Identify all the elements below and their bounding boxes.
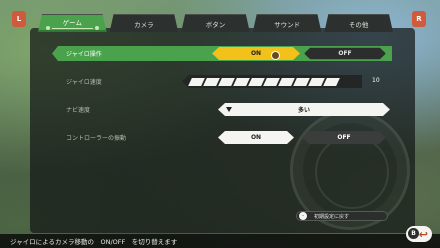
tab-camera[interactable]: カメラ <box>110 14 179 32</box>
tab-label: カメラ <box>134 20 154 29</box>
shoulder-l-button[interactable]: L <box>12 11 26 27</box>
footer-hint: ジャイロによるカメラ移動の ON/OFF を切り替えます <box>10 238 178 246</box>
tab-line <box>52 28 93 29</box>
slider-segment <box>203 77 220 86</box>
rumble-off-option[interactable]: OFF <box>302 131 386 144</box>
option-label: OFF <box>337 134 351 141</box>
setting-row-navi-speed[interactable]: ナビ速度 多い <box>52 102 392 117</box>
gyro-speed-slider[interactable] <box>182 75 362 88</box>
reset-label: 初期設定に戻す <box>314 213 350 220</box>
slider-segment <box>263 77 280 86</box>
tab-label: その他 <box>348 20 369 29</box>
setting-label: ジャイロ速度 <box>66 79 102 86</box>
gyro-on-option[interactable]: ON <box>212 47 300 60</box>
slider-segment <box>293 77 310 86</box>
rumble-on-option[interactable]: ON <box>218 131 294 144</box>
cursor-icon <box>271 51 280 60</box>
shoulder-r-button[interactable]: R <box>412 11 426 27</box>
back-arrow-icon: ↩ <box>418 227 428 241</box>
tab-game[interactable]: ゲーム <box>38 14 107 32</box>
setting-row-rumble[interactable]: コントローラーの振動 ON OFF <box>52 130 392 145</box>
gyro-off-option[interactable]: OFF <box>304 47 386 60</box>
option-label: ON <box>250 50 262 57</box>
option-label: ON <box>250 134 262 141</box>
setting-row-gyro[interactable]: ジャイロ操作 ON OFF <box>52 46 392 61</box>
slider-segment <box>308 77 325 86</box>
tab-label: ボタン <box>205 20 226 29</box>
dropdown-value: 多い <box>297 107 310 114</box>
tab-label: ゲーム <box>62 18 82 27</box>
setting-label: コントローラーの振動 <box>66 135 127 142</box>
slider-segment <box>188 77 205 86</box>
navi-speed-dropdown[interactable]: 多い <box>218 103 390 116</box>
reset-defaults-button[interactable]: - 初期設定に戻す <box>296 211 388 221</box>
gyro-speed-value: 10 <box>372 77 380 84</box>
tab-underline <box>38 30 107 32</box>
slider-segment <box>278 77 295 86</box>
back-button[interactable]: B ↩ <box>406 226 432 242</box>
b-button-icon: B <box>408 228 419 239</box>
minus-button-icon: - <box>299 212 307 220</box>
setting-label: ジャイロ操作 <box>66 51 102 58</box>
slider-segment <box>323 77 340 86</box>
slider-segment <box>248 77 265 86</box>
slider-segment <box>233 77 250 86</box>
chevron-down-icon <box>226 107 232 112</box>
tab-bar: ゲーム カメラ ボタン サウンド その他 <box>38 14 393 32</box>
option-label: OFF <box>338 50 352 57</box>
setting-label: ナビ速度 <box>66 107 91 114</box>
setting-row-gyro-speed[interactable]: ジャイロ速度 10 <box>52 74 392 89</box>
tab-label: サウンド <box>274 20 301 29</box>
slider-segment <box>218 77 235 86</box>
tab-button[interactable]: ボタン <box>181 14 250 32</box>
tab-other[interactable]: その他 <box>324 14 393 32</box>
tab-sound[interactable]: サウンド <box>253 14 322 32</box>
